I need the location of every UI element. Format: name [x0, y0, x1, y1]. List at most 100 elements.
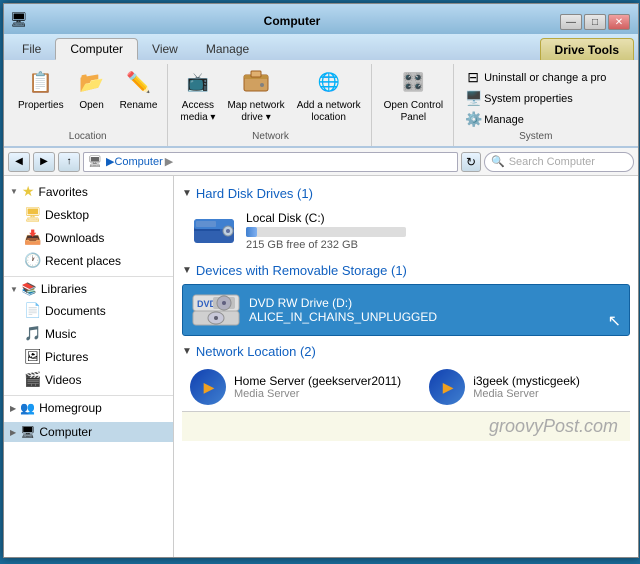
sidebar-section-libraries: ▼ 📚 Libraries 📄 Documents 🎵 Music 🖼 Pict… — [4, 279, 173, 391]
manage-label: Manage — [484, 114, 524, 126]
open-button[interactable]: 📂 Open — [72, 64, 112, 114]
sidebar-item-downloads[interactable]: 📥 Downloads — [4, 226, 173, 249]
footer-text: groovyPost.com — [489, 416, 618, 436]
local-disk-name: Local Disk (C:) — [246, 211, 622, 225]
network-item-home-server[interactable]: Home Server (geekserver2011) Media Serve… — [182, 365, 409, 409]
sidebar-music-label: Music — [45, 327, 76, 341]
downloads-icon: 📥 — [24, 229, 40, 246]
sidebar-section-computer: ▶ 🖥 Computer — [4, 422, 173, 442]
properties-label: Properties — [18, 100, 64, 112]
minimize-button[interactable]: — — [560, 14, 582, 30]
music-icon: 🎵 — [24, 325, 40, 342]
videos-icon: 🎬 — [24, 371, 40, 388]
removable-section-title: Devices with Removable Storage (1) — [196, 263, 407, 278]
rename-label: Rename — [120, 100, 158, 112]
map-drive-label: Map networkdrive ▾ — [227, 100, 284, 124]
address-box[interactable]: 🖥 ▶ Computer ▶ — [83, 152, 458, 172]
maximize-button[interactable]: □ — [584, 14, 606, 30]
sidebar-favorites-header[interactable]: ▼ ★ Favorites — [4, 180, 173, 203]
favorites-star-icon: ★ — [22, 183, 35, 200]
hdd-section-header: ▼ Hard Disk Drives (1) — [182, 180, 630, 205]
sidebar-item-documents[interactable]: 📄 Documents — [4, 299, 173, 322]
network-items-container: Home Server (geekserver2011) Media Serve… — [182, 363, 630, 411]
add-network-label: Add a networklocation — [297, 100, 361, 124]
favorites-label: Favorites — [38, 185, 87, 199]
sidebar-item-desktop[interactable]: 🖥 Desktop — [4, 203, 173, 226]
computer-icon: 🖥 — [20, 425, 35, 439]
computer-expand-icon: ▶ — [10, 428, 16, 437]
uninstall-button[interactable]: ⊟ Uninstall or change a pro — [462, 68, 609, 87]
up-button[interactable]: ↑ — [58, 152, 80, 172]
open-label: Open — [79, 100, 103, 112]
i3geek-sublabel: Media Server — [473, 388, 580, 400]
close-button[interactable]: ✕ — [608, 14, 630, 30]
system-properties-button[interactable]: 🖥️ System properties — [462, 89, 609, 108]
local-disk-bar-fill — [246, 227, 257, 237]
rename-button[interactable]: ✏️ Rename — [116, 64, 162, 114]
search-icon: 🔍 — [491, 155, 505, 168]
footer-watermark: groovyPost.com — [182, 411, 630, 441]
sidebar-section-homegroup: ▶ 👥 Homegroup — [4, 398, 173, 418]
sidebar-section-favorites: ▼ ★ Favorites 🖥 Desktop 📥 Downloads 🕐 Re… — [4, 180, 173, 272]
network-item-i3geek[interactable]: i3geek (mysticgeek) Media Server — [421, 365, 588, 409]
removable-expand-icon: ▼ — [182, 265, 192, 276]
tab-manage[interactable]: Manage — [192, 38, 263, 60]
map-drive-icon — [240, 66, 272, 98]
manage-icon: ⚙️ — [465, 111, 481, 128]
network-section-header: ▼ Network Location (2) — [182, 338, 630, 363]
sidebar-libraries-header[interactable]: ▼ 📚 Libraries — [4, 279, 173, 299]
hdd-section-title: Hard Disk Drives (1) — [196, 186, 313, 201]
local-disk-item[interactable]: Local Disk (C:) 215 GB free of 232 GB — [182, 207, 630, 255]
search-box[interactable]: 🔍 Search Computer — [484, 152, 634, 172]
search-placeholder: Search Computer — [509, 156, 595, 168]
control-panel-button[interactable]: 🎛️ Open ControlPanel — [380, 64, 447, 126]
sidebar-downloads-label: Downloads — [45, 231, 104, 245]
properties-button[interactable]: 📋 Properties — [14, 64, 68, 114]
control-panel-icon: 🎛️ — [397, 66, 429, 98]
uninstall-label: Uninstall or change a pro — [484, 72, 606, 84]
sidebar-homegroup-header[interactable]: ▶ 👥 Homegroup — [4, 398, 173, 418]
tab-view[interactable]: View — [138, 38, 192, 60]
hdd-expand-icon: ▼ — [182, 188, 192, 199]
title-bar: 🖥 Computer — □ ✕ — [4, 4, 638, 34]
add-network-location-button[interactable]: 🌐 Add a networklocation — [293, 64, 365, 126]
i3geek-icon — [429, 369, 465, 405]
local-disk-details: Local Disk (C:) 215 GB free of 232 GB — [246, 211, 622, 251]
back-button[interactable]: ◀ — [8, 152, 30, 172]
forward-button[interactable]: ▶ — [33, 152, 55, 172]
map-network-drive-button[interactable]: Map networkdrive ▾ — [223, 64, 288, 126]
cursor-arrow: ↖ — [608, 311, 621, 331]
home-server-name: Home Server (geekserver2011) — [234, 374, 401, 388]
sidebar-item-videos[interactable]: 🎬 Videos — [4, 368, 173, 391]
dvd-drive-label: ALICE_IN_CHAINS_UNPLUGGED — [249, 310, 600, 324]
libraries-icon: 📚 — [22, 282, 37, 296]
local-disk-bar-bg — [246, 227, 406, 237]
address-icon: 🖥 — [88, 155, 102, 168]
access-media-button[interactable]: 📺 Accessmedia ▾ — [176, 64, 219, 126]
desktop-icon: 🖥 — [24, 206, 40, 223]
open-icon: 📂 — [76, 66, 108, 98]
tab-drive-tools[interactable]: Drive Tools — [540, 38, 634, 60]
control-panel-label: Open ControlPanel — [384, 100, 443, 124]
documents-icon: 📄 — [24, 302, 40, 319]
tab-strip: File Computer View Manage Drive Tools — [4, 34, 638, 60]
sidebar: ▼ ★ Favorites 🖥 Desktop 📥 Downloads 🕐 Re… — [4, 176, 174, 557]
sidebar-documents-label: Documents — [45, 304, 106, 318]
removable-section-header: ▼ Devices with Removable Storage (1) — [182, 257, 630, 282]
sidebar-item-music[interactable]: 🎵 Music — [4, 322, 173, 345]
tab-computer[interactable]: Computer — [55, 38, 138, 60]
tab-file[interactable]: File — [8, 38, 55, 60]
sidebar-item-pictures[interactable]: 🖼 Pictures — [4, 345, 173, 368]
sidebar-item-recent[interactable]: 🕐 Recent places — [4, 249, 173, 272]
sidebar-videos-label: Videos — [45, 373, 81, 387]
computer-label: Computer — [39, 425, 92, 439]
sidebar-computer-header[interactable]: ▶ 🖥 Computer — [4, 422, 173, 442]
ribbon-group-network: 📺 Accessmedia ▾ Map networkdrive ▾ — [170, 64, 371, 146]
manage-button[interactable]: ⚙️ Manage — [462, 110, 609, 129]
file-pane: ▼ Hard Disk Drives (1) Local Disk (C:) — [174, 176, 638, 557]
rename-icon: ✏️ — [122, 66, 154, 98]
dvd-drive-item[interactable]: DVD DVD RW Drive (D:) ALICE_IN_CHAINS_UN… — [182, 284, 630, 336]
refresh-button[interactable]: ↻ — [461, 152, 481, 172]
window-title: Computer — [24, 14, 560, 34]
dvd-drive-name: DVD RW Drive (D:) — [249, 296, 600, 310]
